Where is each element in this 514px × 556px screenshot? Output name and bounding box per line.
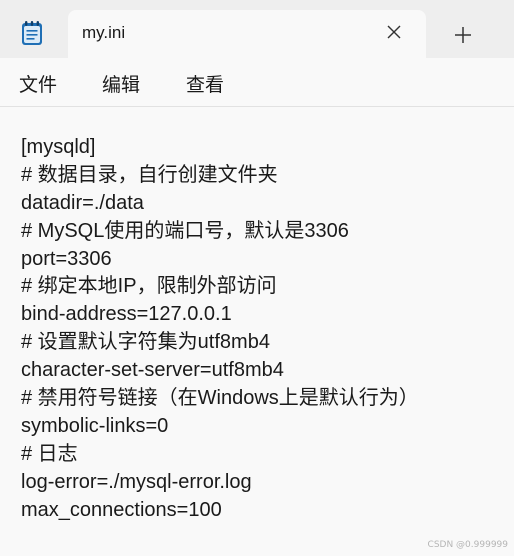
editor-lines: [mysqld] # 数据目录，自行创建文件夹 datadir=./data #… [21,134,419,524]
tab-strip: my.ini [0,0,514,58]
editor-line: # 日志 [21,442,78,465]
editor-line: # MySQL使用的端口号，默认是3306 [21,219,349,242]
editor-line: character-set-server=utf8mb4 [21,359,284,382]
menu-file[interactable]: 文件 [19,70,57,97]
plus-icon[interactable] [448,20,478,50]
editor-line: symbolic-links=0 [21,414,169,437]
editor-line: max_connections=100 [21,498,222,521]
editor-line: # 禁用符号链接（在Windows上是默认行为） [21,387,419,410]
editor-line: port=3306 [21,247,112,270]
menu-bar: 文件 编辑 查看 [0,58,514,107]
editor-line: datadir=./data [21,191,144,214]
notepad-icon [22,21,42,45]
menu-edit[interactable]: 编辑 [102,70,140,97]
editor-line: # 绑定本地IP，限制外部访问 [21,275,277,298]
editor-line: # 设置默认字符集为utf8mb4 [21,331,270,354]
editor-line: [mysqld] [21,136,96,158]
menu-view[interactable]: 查看 [186,70,224,97]
tab-title: my.ini [82,23,126,42]
close-icon[interactable] [386,24,402,40]
tab-my-ini[interactable]: my.ini [68,10,426,58]
editor-line: # 数据目录，自行创建文件夹 [21,163,278,186]
editor-line: bind-address=127.0.0.1 [21,303,232,326]
editor-line: log-error=./mysql-error.log [21,470,252,493]
watermark: CSDN @0.999999 [427,540,508,550]
text-editor[interactable]: [mysqld] # 数据目录，自行创建文件夹 datadir=./data #… [0,107,514,556]
